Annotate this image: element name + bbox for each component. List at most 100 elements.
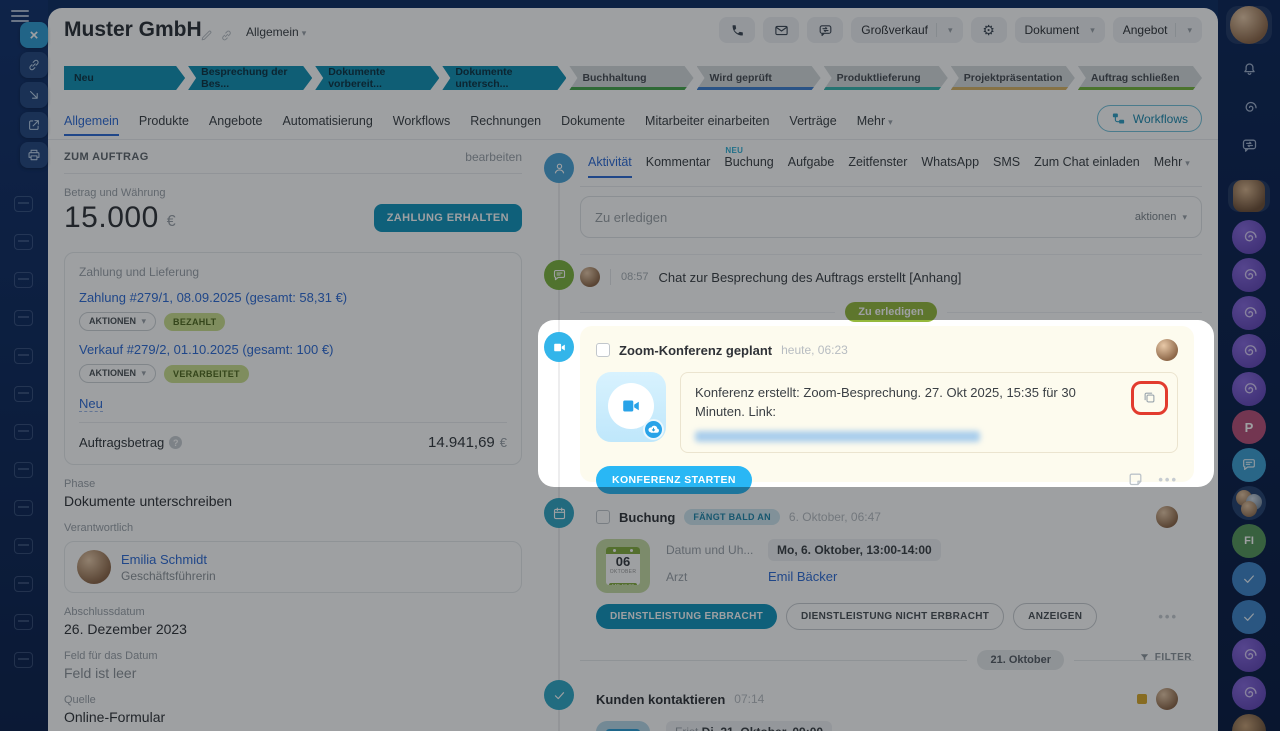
responsible-card[interactable]: Emilia Schmidt Geschäftsführerin	[64, 541, 522, 593]
link-icon[interactable]	[220, 27, 233, 45]
actions-dropdown[interactable]: AKTIONEN ▾	[79, 312, 157, 331]
feed-tab-mehr[interactable]: Mehr ▾	[1154, 155, 1190, 169]
actions-dropdown[interactable]: AKTIONEN ▾	[79, 364, 157, 383]
note-icon[interactable]	[1127, 471, 1144, 489]
pipeline-stage[interactable]: Besprechung der Bes...	[188, 66, 312, 90]
feed-tab-kommentar[interactable]: Kommentar	[646, 155, 711, 169]
kommo-spiral-icon[interactable]	[1232, 90, 1266, 124]
close-button[interactable]: ×	[20, 22, 48, 48]
contact-link[interactable]: Emil Bäcker	[768, 569, 837, 584]
tab-dokumente[interactable]: Dokumente	[561, 114, 625, 128]
context-dropdown[interactable]: Allgemein ▾	[246, 25, 306, 39]
new-payment-link[interactable]: Neu	[79, 396, 103, 412]
tasks-icon[interactable]	[1232, 562, 1266, 596]
calendar-widget[interactable]: 21	[596, 721, 650, 731]
info-icon[interactable]: ?	[169, 436, 183, 449]
sidebar-nav-icon[interactable]	[14, 348, 33, 364]
responsible-name[interactable]: Emilia Schmidt	[121, 552, 216, 567]
chat-sync-button[interactable]	[807, 17, 844, 43]
sidebar-nav-icon[interactable]	[14, 272, 33, 288]
sidebar-nav-icon[interactable]	[14, 576, 33, 592]
service-not-done-button[interactable]: DIENSTLEISTUNG NICHT ERBRACHT	[786, 603, 1005, 630]
copy-link-button[interactable]	[20, 52, 48, 78]
more-icon[interactable]	[1158, 472, 1178, 487]
sidebar-nav-icon[interactable]	[14, 196, 33, 212]
integration-p-icon[interactable]: P	[1232, 410, 1266, 444]
tab-mehr[interactable]: Mehr ▾	[857, 114, 893, 128]
payment-link[interactable]: Zahlung #279/1, 08.09.2025 (gesamt: 58,3…	[79, 290, 507, 305]
field-value[interactable]: Feld ist leer	[64, 665, 522, 681]
settings-button[interactable]: ⚙	[970, 17, 1007, 43]
tab-rechnungen[interactable]: Rechnungen	[470, 114, 541, 128]
pipeline-stage[interactable]: Dokumente vorbereit...	[315, 66, 439, 90]
calendar-widget[interactable]: 06 OKTOBER MO 13:00	[596, 539, 650, 593]
feed-tab-sms[interactable]: SMS	[993, 155, 1020, 169]
tab-mitarbeiter[interactable]: Mitarbeiter einarbeiten	[645, 114, 769, 128]
edit-link[interactable]: bearbeiten	[465, 150, 522, 164]
date-pill[interactable]: 21. Oktober	[977, 650, 1064, 670]
user-avatar[interactable]	[1228, 180, 1270, 212]
feed-tab-chat-einladen[interactable]: Zum Chat einladen	[1034, 155, 1140, 169]
service-done-button[interactable]: DIENSTLEISTUNG ERBRACHT	[596, 604, 778, 629]
todo-status-pill[interactable]: Zu erledigen	[845, 302, 937, 322]
tab-vertraege[interactable]: Verträge	[789, 114, 836, 128]
tab-workflows[interactable]: Workflows	[393, 114, 450, 128]
integration-spiral-icon[interactable]	[1232, 638, 1266, 672]
meeting-link-blurred[interactable]	[695, 430, 980, 442]
share-button[interactable]	[20, 82, 48, 108]
sidebar-nav-icon[interactable]	[14, 424, 33, 440]
feed-tab-aufgabe[interactable]: Aufgabe	[788, 155, 835, 169]
todo-input[interactable]: Zu erledigen aktionen ▾	[580, 196, 1202, 238]
feed-event[interactable]: 08:57 Chat zur Besprechung des Auftrags …	[580, 264, 1202, 290]
tab-produkte[interactable]: Produkte	[139, 114, 189, 128]
pipeline-stage[interactable]: Wird geprüft	[697, 66, 821, 90]
feed-tab-whatsapp[interactable]: WhatsApp	[921, 155, 979, 169]
workflows-button[interactable]: Workflows	[1096, 105, 1202, 132]
sidebar-nav-icon[interactable]	[14, 462, 33, 478]
document-dropdown[interactable]: Dokument ▾	[1014, 17, 1105, 43]
booking-datetime[interactable]: Mo, 6. Oktober, 13:00-14:00	[768, 539, 941, 561]
show-button[interactable]: ANZEIGEN	[1013, 603, 1098, 630]
edit-title-icon[interactable]	[200, 27, 213, 45]
sidebar-nav-icon[interactable]	[14, 234, 33, 250]
more-icon[interactable]	[1158, 609, 1178, 624]
chat-integration-icon[interactable]	[1232, 448, 1266, 482]
mail-button[interactable]	[763, 17, 800, 43]
notifications-icon[interactable]	[1232, 52, 1266, 86]
integration-spiral-icon[interactable]	[1232, 676, 1266, 710]
profile-avatar[interactable]	[1226, 6, 1272, 44]
field-value[interactable]: Dokumente unterschreiben	[64, 493, 522, 509]
payment-link[interactable]: Verkauf #279/2, 01.10.2025 (gesamt: 100 …	[79, 342, 507, 357]
offer-dropdown[interactable]: Angebot ▾	[1112, 17, 1202, 43]
start-conference-button[interactable]: KONFERENZ STARTEN	[596, 465, 752, 494]
chat-sync-icon[interactable]	[1232, 128, 1266, 162]
amount-value[interactable]: 15.000	[64, 201, 159, 235]
sidebar-nav-icon[interactable]	[14, 310, 33, 326]
checkbox[interactable]	[596, 510, 610, 524]
payment-received-button[interactable]: ZAHLUNG ERHALTEN	[373, 204, 522, 232]
tab-angebote[interactable]: Angebote	[209, 114, 263, 128]
print-button[interactable]	[20, 142, 48, 168]
pipeline-stage[interactable]: Neu	[64, 66, 185, 90]
field-value[interactable]: Online-Formular	[64, 709, 522, 725]
pipeline-stage[interactable]: Buchhaltung	[569, 66, 693, 90]
checkbox[interactable]	[596, 343, 610, 357]
call-button[interactable]	[719, 17, 756, 43]
deadline-pill[interactable]: Frist Di, 21. Oktober, 09:00	[666, 721, 833, 731]
sidebar-nav-icon[interactable]	[14, 386, 33, 402]
team-avatars-icon[interactable]	[1232, 486, 1266, 520]
pipeline-stage[interactable]: Auftrag schließen	[1078, 66, 1202, 90]
copy-link-button[interactable]	[1131, 381, 1168, 415]
sidebar-nav-icon[interactable]	[14, 500, 33, 516]
tab-allgemein[interactable]: Allgemein	[64, 114, 119, 136]
feed-tab-aktivitaet[interactable]: Aktivität	[588, 155, 632, 178]
open-external-button[interactable]	[20, 112, 48, 138]
filter-button[interactable]: FILTER	[1139, 652, 1192, 663]
pipeline-stage[interactable]: Dokumente untersch...	[442, 66, 566, 90]
pipeline-stage[interactable]: Produktlieferung	[824, 66, 948, 90]
integration-fi-icon[interactable]: FI	[1232, 524, 1266, 558]
feed-tab-buchung[interactable]: NEU Buchung	[724, 146, 773, 169]
user-avatar[interactable]	[1232, 714, 1266, 731]
sidebar-nav-icon[interactable]	[14, 538, 33, 554]
integration-spiral-icon[interactable]	[1232, 296, 1266, 330]
